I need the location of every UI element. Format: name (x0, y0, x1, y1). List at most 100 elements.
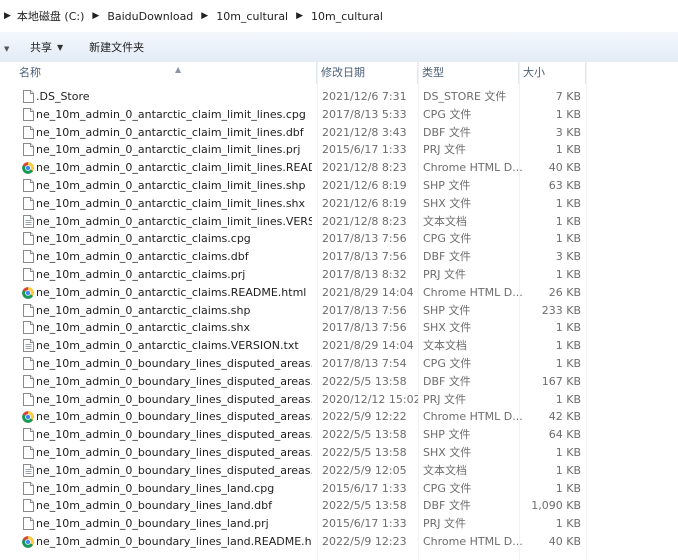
file-type: DBF 文件 (423, 374, 471, 388)
file-icon (23, 250, 34, 264)
file-icon (23, 356, 34, 370)
file-row[interactable]: ne_10m_admin_0_boundary_lines_disputed_a… (0, 391, 678, 409)
file-type: CPG 文件 (423, 481, 472, 495)
file-type: DS_STORE 文件 (423, 90, 507, 103)
file-row[interactable]: ne_10m_admin_0_boundary_lines_disputed_a… (0, 426, 678, 444)
file-name: ne_10m_admin_0_antarctic_claims.VERSION.… (36, 339, 299, 353)
file-modified-date: 2022/5/5 13:58 (322, 428, 407, 442)
file-row[interactable]: ne_10m_admin_0_antarctic_claim_limit_lin… (0, 213, 678, 231)
file-size: 3 KB (555, 125, 581, 139)
file-type: SHP 文件 (423, 428, 471, 442)
file-size: 1 KB (555, 481, 581, 495)
file-name: ne_10m_admin_0_boundary_lines_disputed_a… (36, 374, 312, 388)
file-row[interactable]: ne_10m_admin_0_antarctic_claims.VERSION.… (0, 337, 678, 355)
file-size: 63 KB (548, 178, 581, 192)
file-type: Chrome HTML D... (423, 285, 523, 299)
file-row[interactable]: ne_10m_admin_0_antarctic_claims.cpg 2017/… (0, 230, 678, 248)
file-name: ne_10m_admin_0_antarctic_claims.cpg (36, 232, 251, 246)
file-modified-date: 2021/12/6 7:31 (322, 90, 407, 103)
file-type: Chrome HTML D... (423, 534, 523, 548)
breadcrumb-item-10m-cultural-current[interactable]: 10m_cultural (309, 4, 385, 28)
file-type: SHX 文件 (423, 321, 472, 335)
file-row[interactable]: ne_10m_admin_0_boundary_lines_disputed_a… (0, 373, 678, 391)
file-type: SHP 文件 (423, 178, 471, 192)
file-size: 1 KB (555, 196, 581, 210)
file-modified-date: 2021/12/6 8:19 (322, 196, 407, 210)
breadcrumb-item-drive[interactable]: 本地磁盘 (C:) (15, 4, 86, 28)
breadcrumb-item-10m-cultural[interactable]: 10m_cultural (214, 4, 290, 28)
file-modified-date: 2022/5/9 12:23 (322, 534, 407, 548)
column-header-date[interactable]: 修改日期 (317, 62, 418, 84)
file-row[interactable]: ne_10m_admin_0_boundary_lines_land.dbf 20… (0, 497, 678, 515)
new-folder-label: 新建文件夹 (89, 41, 145, 54)
breadcrumb: ▶ 本地磁盘 (C:) ▶ BaiduDownload ▶ 10m_cultur… (0, 4, 678, 28)
file-row[interactable]: ne_10m_admin_0_antarctic_claims.prj 2017/… (0, 266, 678, 284)
column-header-name-label: 名称 (19, 66, 41, 79)
file-modified-date: 2021/12/8 8:23 (322, 214, 407, 228)
file-name: ne_10m_admin_0_antarctic_claims.README.h… (36, 285, 307, 299)
file-row[interactable]: ne_10m_admin_0_boundary_lines_land.READM… (0, 533, 678, 551)
file-size: 167 KB (541, 374, 581, 388)
file-row[interactable]: ne_10m_admin_0_antarctic_claim_limit_lin… (0, 124, 678, 142)
file-type: DBF 文件 (423, 499, 471, 513)
file-icon (23, 445, 34, 459)
file-name: ne_10m_admin_0_antarctic_claims.dbf (36, 250, 249, 264)
file-icon (23, 499, 34, 513)
file-modified-date: 2021/12/8 8:23 (322, 161, 407, 175)
file-name: ne_10m_admin_0_boundary_lines_land.dbf (36, 499, 272, 513)
file-size: 233 KB (541, 303, 581, 317)
file-row[interactable]: ne_10m_admin_0_antarctic_claim_limit_lin… (0, 159, 678, 177)
file-name: ne_10m_admin_0_boundary_lines_land.READM… (36, 534, 312, 548)
text-file-icon (23, 463, 34, 477)
file-name: ne_10m_admin_0_antarctic_claim_limit_lin… (36, 107, 306, 121)
file-row[interactable]: ne_10m_admin_0_boundary_lines_land.prj 20… (0, 515, 678, 533)
file-row[interactable]: ne_10m_admin_0_boundary_lines_disputed_a… (0, 462, 678, 480)
file-size: 1 KB (555, 356, 581, 370)
file-icon (23, 428, 34, 442)
file-row[interactable]: ne_10m_admin_0_boundary_lines_disputed_a… (0, 408, 678, 426)
chevron-right-icon[interactable]: ▶ (0, 11, 15, 21)
file-type: DBF 文件 (423, 250, 471, 264)
chevron-right-icon[interactable]: ▶ (195, 11, 214, 21)
pane-toggle-icon[interactable]: ▼ (4, 45, 9, 53)
address-bar: ▶ 本地磁盘 (C:) ▶ BaiduDownload ▶ 10m_cultur… (0, 0, 678, 32)
text-file-icon (23, 339, 34, 353)
column-header-type[interactable]: 类型 (418, 62, 519, 84)
file-row[interactable]: ne_10m_admin_0_antarctic_claim_limit_lin… (0, 106, 678, 124)
file-row[interactable]: ne_10m_admin_0_boundary_lines_disputed_a… (0, 444, 678, 462)
file-name: ne_10m_admin_0_antarctic_claims.shx (36, 321, 250, 335)
file-type: DBF 文件 (423, 125, 471, 139)
column-header-name[interactable]: 名称 ▲ (15, 62, 317, 84)
chevron-down-icon: ▼ (57, 42, 64, 52)
chevron-right-icon[interactable]: ▶ (86, 11, 105, 21)
column-header-size[interactable]: 大小 (519, 62, 586, 84)
file-row[interactable]: ne_10m_admin_0_boundary_lines_land.cpg 20… (0, 480, 678, 498)
file-type: CPG 文件 (423, 356, 472, 370)
file-modified-date: 2021/8/29 14:04 (322, 339, 414, 353)
file-row[interactable]: ne_10m_admin_0_antarctic_claim_limit_lin… (0, 177, 678, 195)
file-row[interactable]: ne_10m_admin_0_antarctic_claim_limit_lin… (0, 195, 678, 213)
file-size: 3 KB (555, 250, 581, 264)
file-type: CPG 文件 (423, 232, 472, 246)
breadcrumb-item-baidudownload[interactable]: BaiduDownload (105, 4, 195, 28)
chevron-right-icon[interactable]: ▶ (290, 11, 309, 21)
file-row[interactable]: ne_10m_admin_0_antarctic_claims.shp 2017/… (0, 302, 678, 320)
file-row[interactable]: ne_10m_admin_0_boundary_lines_disputed_a… (0, 355, 678, 373)
file-name: ne_10m_admin_0_boundary_lines_disputed_a… (36, 410, 312, 424)
file-row[interactable]: .DS_Store 2021/12/6 7:31 DS_STORE 文件 7 KB (0, 88, 678, 106)
file-icon (23, 178, 34, 192)
file-row[interactable]: ne_10m_admin_0_antarctic_claims.shx 2017/… (0, 319, 678, 337)
share-button[interactable]: 共享 ▼ (22, 36, 71, 58)
file-row[interactable]: ne_10m_admin_0_antarctic_claim_limit_lin… (0, 141, 678, 159)
new-folder-button[interactable]: 新建文件夹 (81, 36, 152, 58)
file-name: ne_10m_admin_0_boundary_lines_land.cpg (36, 481, 275, 495)
file-size: 1 KB (555, 339, 581, 353)
file-icon (23, 143, 34, 157)
file-row[interactable]: ne_10m_admin_0_antarctic_claims.dbf 2017/… (0, 248, 678, 266)
file-modified-date: 2017/8/13 8:32 (322, 267, 407, 281)
file-row[interactable]: ne_10m_admin_0_antarctic_claims.README.h… (0, 284, 678, 302)
file-size: 1 KB (555, 445, 581, 459)
column-header-row: 名称 ▲ 修改日期 类型 大小 (0, 62, 678, 84)
chrome-icon (22, 162, 34, 174)
file-icon (23, 196, 34, 210)
